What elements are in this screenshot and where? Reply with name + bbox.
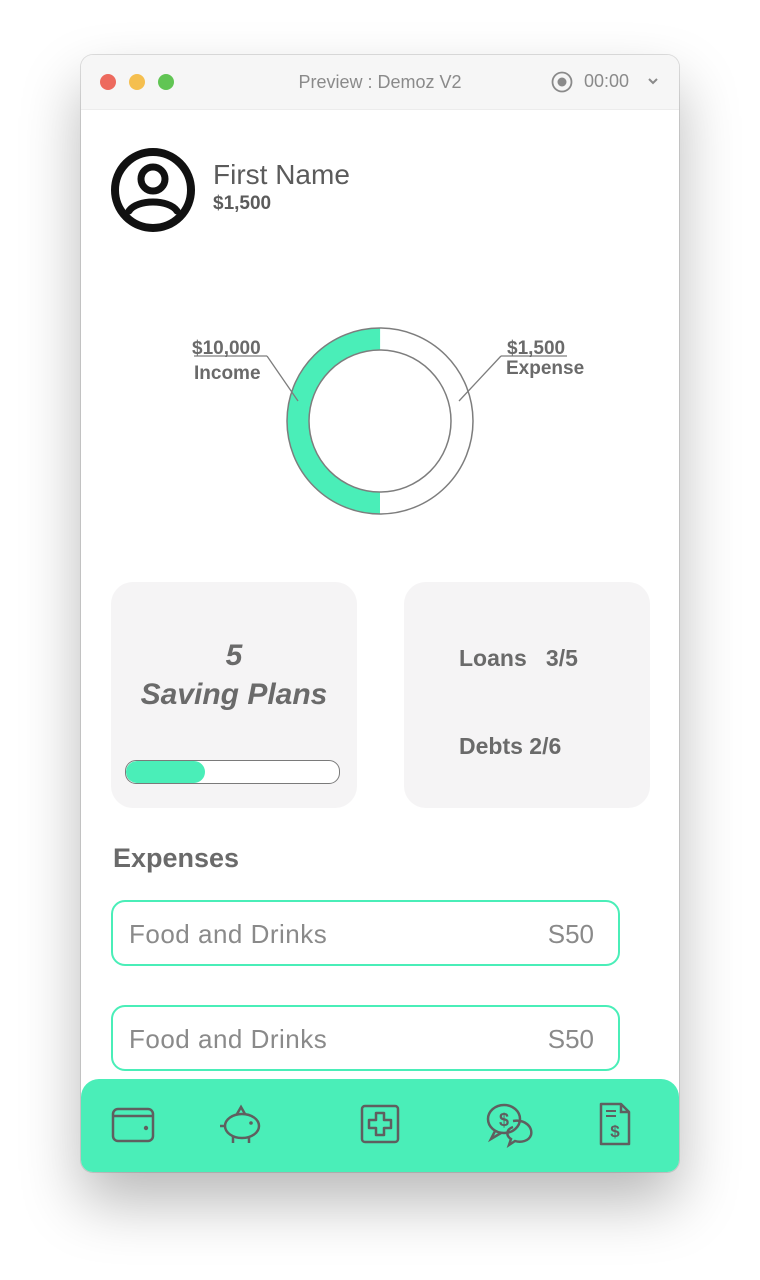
invoice-icon[interactable]: $ [597,1101,633,1147]
expense-name: Food and Drinks [129,1024,328,1054]
loans-status: Loans 3/5 [459,645,578,671]
income-amount: $10,000 [192,338,261,359]
expense-leader-pointer [458,355,502,402]
add-icon[interactable] [359,1103,401,1145]
saving-plans-card[interactable]: 5 Saving Plans [111,582,357,808]
saving-plans-count: 5 [225,639,243,672]
saving-plans-label: Saving Plans [140,678,328,711]
ring-inner-edge [308,349,452,493]
expenses-title: Expenses [113,843,240,873]
income-leader-pointer [266,355,299,402]
expense-amount: S50 [547,1024,594,1054]
income-label: Income [194,363,261,384]
saving-progress-fill [126,761,205,783]
expense-amount: S50 [547,919,594,949]
svg-text:$: $ [610,1122,620,1141]
expense-amount: $1,500 [507,338,566,359]
piggy-bank-icon[interactable] [217,1103,267,1147]
saving-progress-bar [125,760,340,784]
expense-name: Food and Drinks [129,919,328,949]
income-expense-donut [194,327,567,515]
svg-text:$: $ [499,1110,509,1130]
bottom-navigation: $ $ [81,1079,679,1172]
expense-item[interactable]: Food and Drinks S50 [111,1005,620,1071]
debts-status: Debts 2/6 [459,733,562,759]
expense-item[interactable]: Food and Drinks S50 [111,900,620,966]
loans-debts-card[interactable]: Loans 3/5 Debts 2/6 [404,582,650,808]
money-chat-icon[interactable]: $ [483,1101,537,1149]
wallet-icon[interactable] [109,1103,157,1147]
app-window: Preview : Demoz V2 00:00 First Name $1,5… [81,55,679,1172]
expense-label: Expense [506,358,585,379]
